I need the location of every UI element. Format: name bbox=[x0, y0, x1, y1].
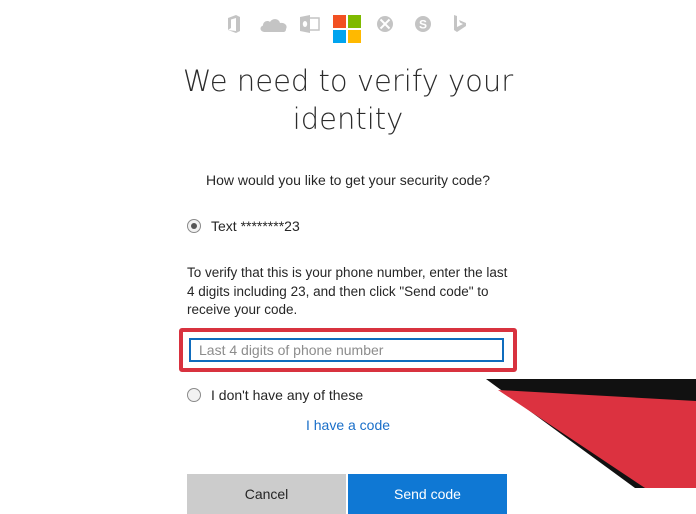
no-option-radio[interactable] bbox=[187, 388, 201, 402]
onedrive-icon bbox=[260, 19, 287, 32]
page-title: We need to verify your identity bbox=[0, 62, 696, 138]
send-code-button[interactable]: Send code bbox=[348, 474, 507, 514]
text-option-label: Text ********23 bbox=[211, 218, 300, 234]
phone-digits-input[interactable] bbox=[189, 338, 504, 362]
page-title-line-2: identity bbox=[292, 102, 404, 136]
outlook-icon bbox=[300, 15, 320, 33]
svg-text:S: S bbox=[419, 18, 427, 32]
security-code-question: How would you like to get your security … bbox=[205, 172, 491, 188]
text-option[interactable]: Text ********23 bbox=[187, 216, 300, 236]
app-icon-row: S bbox=[0, 6, 696, 43]
bing-icon bbox=[454, 15, 466, 32]
office-icon bbox=[228, 15, 240, 33]
skype-icon: S bbox=[415, 16, 431, 32]
input-highlight-box bbox=[179, 328, 517, 372]
cancel-button[interactable]: Cancel bbox=[187, 474, 346, 514]
xbox-icon bbox=[377, 16, 393, 32]
text-option-radio[interactable] bbox=[187, 219, 201, 233]
have-code-link[interactable]: I have a code bbox=[0, 417, 696, 433]
no-option[interactable]: I don't have any of these bbox=[187, 385, 363, 405]
no-option-label: I don't have any of these bbox=[211, 387, 364, 403]
verification-instructions: To verify that this is your phone number… bbox=[187, 265, 508, 317]
page-title-line-1: We need to verify your bbox=[182, 64, 514, 98]
microsoft-logo bbox=[333, 15, 361, 43]
